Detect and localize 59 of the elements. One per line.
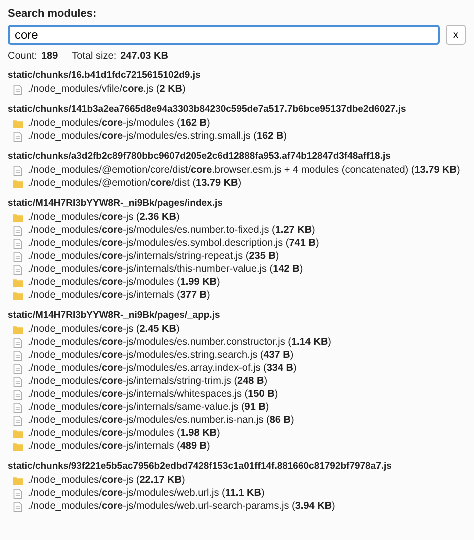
- module-path[interactable]: ./node_modules/core-js/modules/es.string.search.js (437 B): [28, 349, 294, 362]
- chunk-name: static/chunks/a3d2fb2c89f780bbc9607d205e2c6d12888fa953.af74b12847d3f48aff18.js: [8, 150, 392, 164]
- size-value: 247.03 KB: [120, 51, 168, 62]
- file-icon: [13, 350, 23, 360]
- module-path[interactable]: ./node_modules/core-js/internals (377 B): [28, 289, 210, 302]
- module-path[interactable]: ./node_modules/core-js/modules/es.string.small.js (162 B): [28, 130, 288, 143]
- module-path[interactable]: ./node_modules/core-js (2.45 KB): [28, 323, 180, 336]
- module-path[interactable]: ./node_modules/core-js/modules/es.number.constructor.js (1.14 KB): [28, 336, 332, 349]
- module-path[interactable]: ./node_modules/core-js/internals/same-value.js (91 B): [28, 401, 270, 414]
- size-label: Total size:: [72, 51, 117, 62]
- module-path[interactable]: ./node_modules/core-js/modules (162 B): [28, 117, 210, 130]
- file-icon: [13, 238, 23, 248]
- file-icon: [13, 252, 23, 262]
- folder-icon: [13, 324, 23, 334]
- file-icon: [13, 84, 23, 94]
- chunk-name: static/M14H7Rl3bYYW8R-_ni9Bk/pages/index.js: [8, 197, 224, 211]
- module-path[interactable]: ./node_modules/core-js/modules (1.99 KB): [28, 276, 220, 289]
- folder-icon: [13, 212, 23, 222]
- module-path[interactable]: ./node_modules/@emotion/core/dist/core.browser.esm.js + 4 modules (concatenated) (13.79 KB): [28, 164, 460, 177]
- module-path[interactable]: ./node_modules/core-js/internals/this-number-value.js (142 B): [28, 263, 304, 276]
- search-field[interactable]: core: [8, 25, 440, 45]
- chunk-name: static/chunks/16.b41d1fdc7215615102d9.js: [8, 69, 202, 83]
- file-icon: [13, 502, 23, 512]
- module-path[interactable]: ./node_modules/core-js/modules (1.98 KB): [28, 427, 220, 440]
- module-path[interactable]: ./node_modules/core-js/modules/es.array.index-of.js (334 B): [28, 362, 297, 375]
- module-path[interactable]: ./node_modules/core-js/internals (489 B): [28, 440, 210, 453]
- module-path[interactable]: ./node_modules/core-js (2.36 KB): [28, 211, 180, 224]
- file-icon: [13, 338, 23, 348]
- file-icon: [13, 226, 23, 236]
- module-path[interactable]: ./node_modules/core-js/internals/string-trim.js (248 B): [28, 375, 268, 388]
- file-icon: [13, 390, 23, 400]
- folder-icon: [13, 118, 23, 128]
- module-path[interactable]: ./node_modules/core-js/modules/es.number.is-nan.js (86 B): [28, 414, 294, 427]
- file-icon: [13, 376, 23, 386]
- module-path[interactable]: ./node_modules/core-js/modules/es.symbol.description.js (741 B): [28, 237, 320, 250]
- chunk-name: static/M14H7Rl3bYYW8R-_ni9Bk/pages/_app.js: [8, 309, 222, 323]
- file-icon: [13, 488, 23, 498]
- file-icon: [13, 402, 23, 412]
- count-value: 189: [41, 51, 58, 62]
- file-icon: [13, 132, 23, 142]
- file-icon: [13, 364, 23, 374]
- module-path[interactable]: ./node_modules/core-js/internals/whitespaces.js (150 B): [28, 388, 278, 401]
- chunk-name: static/chunks/93f221e5b5ac7956b2edbd7428f153c1a01ff14f.881660c81792bf7978a7.js: [8, 460, 393, 474]
- file-icon: [13, 264, 23, 274]
- count-label: Count:: [8, 51, 38, 62]
- folder-icon: [13, 476, 23, 486]
- module-path[interactable]: ./node_modules/@emotion/core/dist (13.79 KB): [28, 177, 242, 190]
- module-path[interactable]: ./node_modules/core-js/internals/string-repeat.js (235 B): [28, 250, 280, 263]
- file-icon: [13, 416, 23, 426]
- module-path[interactable]: ./node_modules/vfile/core.js (2 KB): [28, 83, 186, 96]
- module-path[interactable]: ./node_modules/core-js/modules/es.number.to-fixed.js (1.27 KB): [28, 224, 316, 237]
- module-path[interactable]: ./node_modules/core-js (22.17 KB): [28, 474, 186, 487]
- clear-button[interactable]: x: [446, 25, 466, 45]
- search-label: Search modules:: [8, 8, 98, 20]
- folder-icon: [13, 178, 23, 188]
- file-icon: [13, 166, 23, 176]
- module-path[interactable]: ./node_modules/core-js/modules/web.url-search-params.js (3.94 KB): [28, 500, 336, 513]
- module-path[interactable]: ./node_modules/core-js/modules/web.url.js (11.1 KB): [28, 487, 265, 500]
- chunk-name: static/chunks/141b3a2ea7665d8e94a3303b84230c595de7a517.7b6bce95137dbe2d6027.js: [8, 103, 408, 117]
